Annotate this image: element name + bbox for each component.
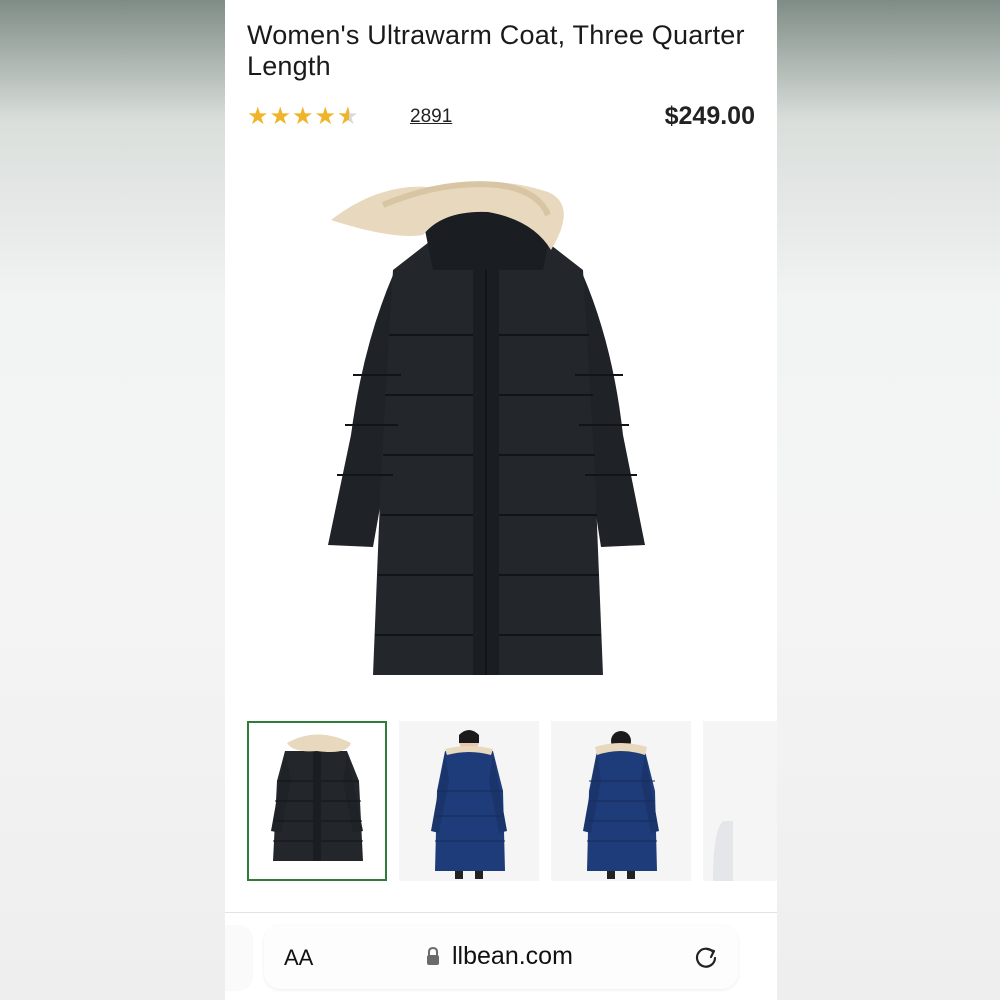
address-bar[interactable]: AA llbean.com [264, 925, 738, 989]
thumbnail-partial[interactable] [703, 721, 777, 881]
half-star-icon: ★ ★ [337, 103, 360, 130]
thumbnail-black-coat[interactable] [247, 721, 387, 881]
review-count-link[interactable]: 2891 [410, 106, 452, 128]
previous-tab-edge[interactable] [225, 925, 253, 991]
product-price: $249.00 [664, 102, 755, 130]
lock-icon [427, 947, 439, 965]
thumbnail-blue-coat-back[interactable] [551, 721, 691, 881]
hero-product-image[interactable] [323, 175, 653, 685]
url-text[interactable]: llbean.com [452, 942, 573, 971]
full-stars: ★★★★ [247, 103, 338, 130]
reload-icon[interactable] [692, 943, 720, 971]
thumbnail-blue-coat-front[interactable] [399, 721, 539, 881]
rating-row: ★★★★★ ★ 2891 $249.00 [247, 100, 755, 134]
thumbnail-strip [247, 721, 777, 883]
product-screen: Women's Ultrawarm Coat, Three Quarter Le… [225, 0, 777, 1000]
text-size-button[interactable]: AA [284, 945, 313, 971]
rating-stars: ★★★★★ ★ [247, 102, 360, 131]
browser-toolbar: AA llbean.com [0, 913, 1000, 1000]
product-title: Women's Ultrawarm Coat, Three Quarter Le… [247, 20, 745, 81]
